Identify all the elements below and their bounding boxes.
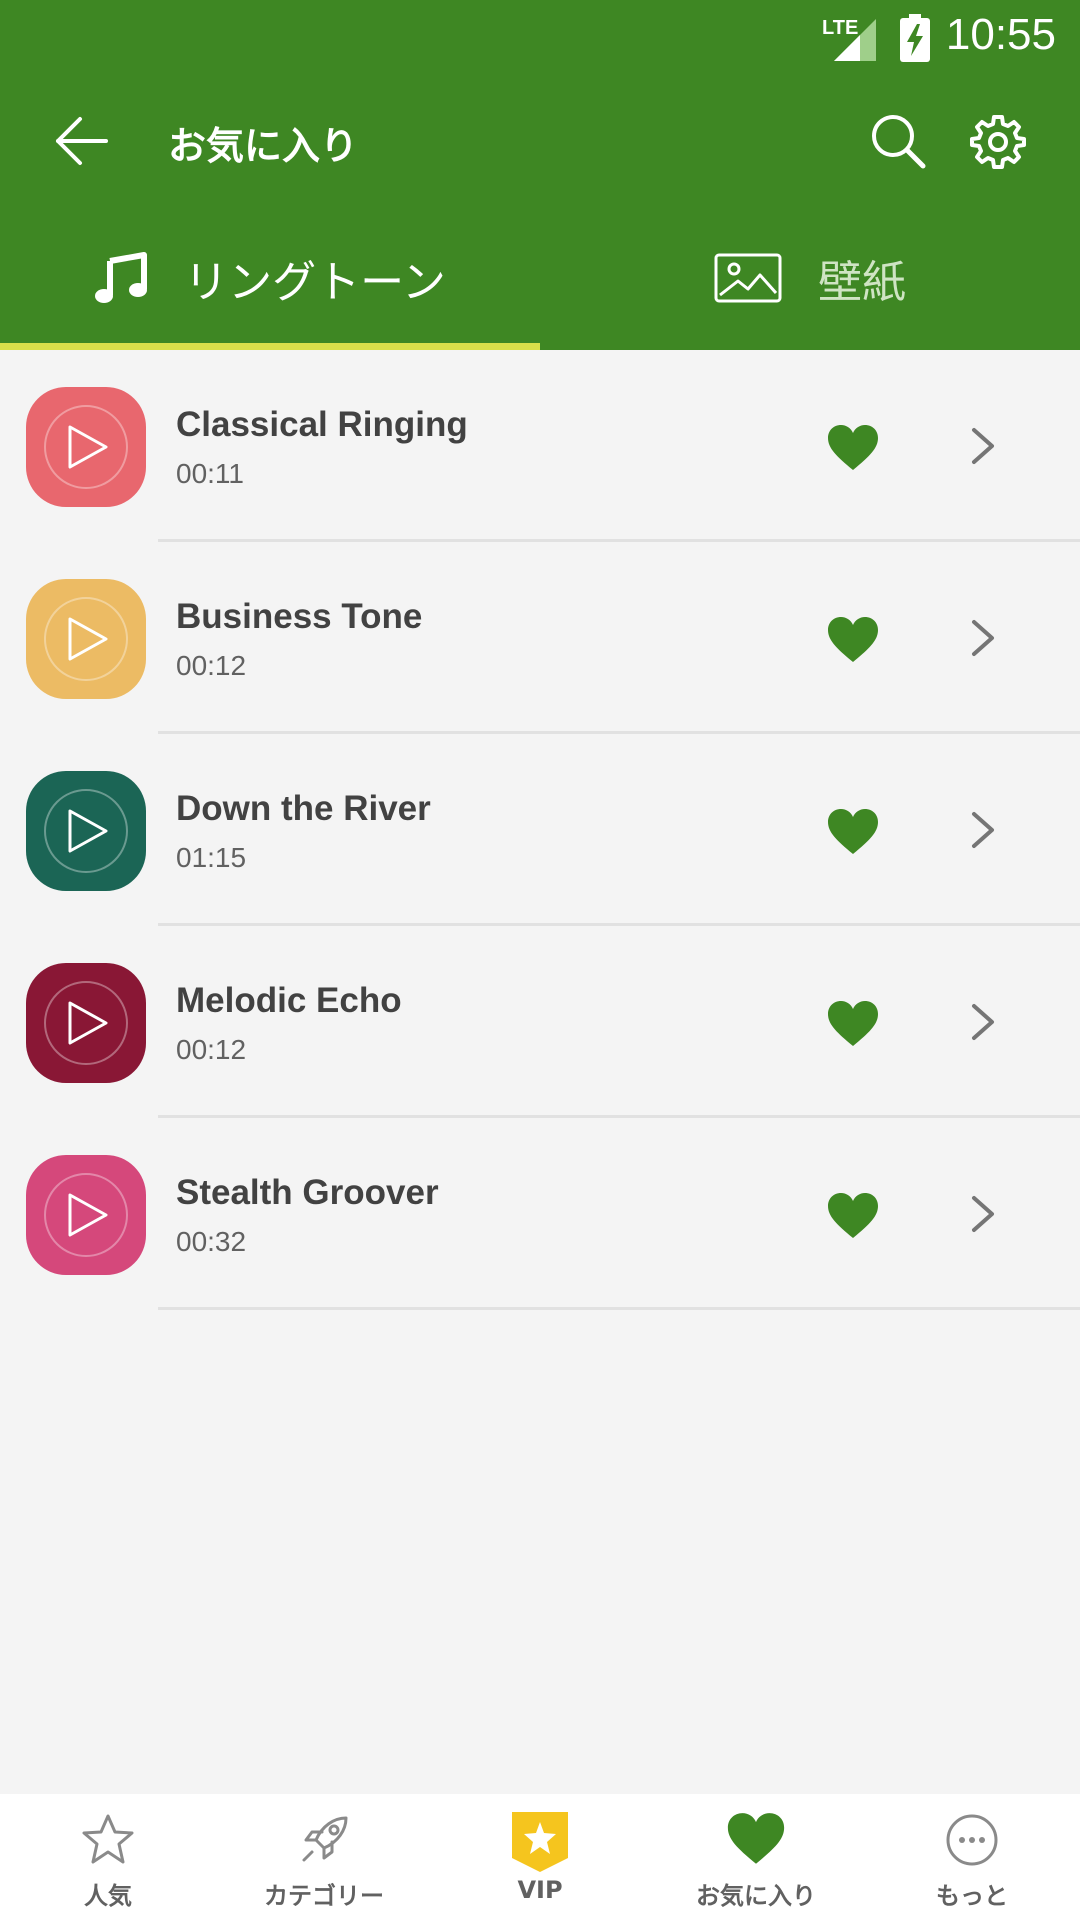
song-title: Down the River (176, 789, 431, 828)
image-icon (714, 253, 782, 302)
chevron-right-icon (972, 428, 994, 464)
detail-button[interactable] (968, 810, 998, 850)
play-icon (68, 425, 108, 469)
vip-badge-icon (512, 1812, 568, 1872)
nav-favorites-label: お気に入り (696, 1882, 816, 1910)
list-item[interactable]: Classical Ringing 00:11 (0, 350, 1080, 542)
gear-icon (970, 115, 1026, 169)
heart-icon (828, 809, 878, 854)
favorite-button[interactable] (826, 616, 880, 664)
play-button[interactable] (26, 1155, 146, 1275)
nav-more-label: もっと (936, 1882, 1008, 1910)
detail-button[interactable] (968, 426, 998, 466)
page-title: お気に入り (168, 124, 359, 168)
music-note-icon (95, 251, 148, 303)
chevron-right-icon (972, 1004, 994, 1040)
nav-category-label: カテゴリー (264, 1882, 384, 1910)
tab-indicator (0, 343, 540, 350)
heart-icon (727, 1813, 785, 1864)
detail-button[interactable] (968, 1194, 998, 1234)
play-icon (68, 617, 108, 661)
back-button[interactable] (52, 111, 112, 171)
app-header: LTE 10:55 お気に入り リングトーン 壁紙 (0, 0, 1080, 350)
nav-popular-label: 人気 (84, 1882, 132, 1910)
song-duration: 00:11 (176, 458, 244, 489)
heart-icon (828, 617, 878, 662)
play-icon (68, 1193, 108, 1237)
lte-signal-icon: LTE (822, 17, 878, 63)
favorite-button[interactable] (826, 1000, 880, 1048)
song-duration: 00:32 (176, 1226, 247, 1257)
nav-category[interactable]: カテゴリー (216, 1794, 432, 1920)
arrow-left-icon (56, 117, 108, 165)
play-button[interactable] (26, 387, 146, 507)
search-icon (872, 115, 926, 169)
status-icons: LTE (822, 14, 930, 66)
list-item[interactable]: Melodic Echo 00:12 (0, 926, 1080, 1118)
play-icon (68, 809, 108, 853)
favorite-button[interactable] (826, 808, 880, 856)
nav-vip-label: VIP (517, 1876, 563, 1904)
play-button[interactable] (26, 579, 146, 699)
heart-icon (828, 1193, 878, 1238)
toolbar: お気に入り (0, 75, 1080, 205)
nav-popular[interactable]: 人気 (0, 1794, 216, 1920)
favorites-list: Classical Ringing 00:11 Business Tone 00… (0, 350, 1080, 1310)
favorite-button[interactable] (826, 424, 880, 472)
song-duration: 01:15 (176, 842, 247, 873)
chevron-right-icon (972, 812, 994, 848)
play-icon (68, 1001, 108, 1045)
song-title: Melodic Echo (176, 981, 402, 1020)
tab-wallpapers[interactable]: 壁紙 (540, 205, 1080, 350)
tab-wallpapers-label: 壁紙 (818, 256, 906, 308)
detail-button[interactable] (968, 1002, 998, 1042)
search-button[interactable] (868, 111, 928, 171)
song-duration: 00:12 (176, 650, 247, 681)
song-duration: 00:12 (176, 1034, 247, 1065)
bottom-navigation: 人気 カテゴリー VIP お気に入り もっと (0, 1794, 1080, 1920)
song-title: Business Tone (176, 597, 423, 636)
detail-button[interactable] (968, 618, 998, 658)
settings-button[interactable] (968, 111, 1028, 171)
play-button[interactable] (26, 771, 146, 891)
star-icon (82, 1814, 134, 1864)
tab-bar: リングトーン 壁紙 (0, 205, 1080, 350)
play-button[interactable] (26, 963, 146, 1083)
list-item[interactable]: Down the River 01:15 (0, 734, 1080, 926)
battery-charging-icon (900, 14, 930, 66)
status-bar: LTE 10:55 (0, 0, 1080, 75)
nav-more[interactable]: もっと (864, 1794, 1080, 1920)
nav-favorites[interactable]: お気に入り (648, 1794, 864, 1920)
heart-icon (828, 1001, 878, 1046)
favorite-button[interactable] (826, 1192, 880, 1240)
nav-vip[interactable]: VIP (432, 1794, 648, 1920)
more-icon (946, 1814, 998, 1866)
chevron-right-icon (972, 1196, 994, 1232)
list-item[interactable]: Stealth Groover 00:32 (0, 1118, 1080, 1310)
tab-ringtones-label: リングトーン (184, 256, 446, 308)
song-title: Stealth Groover (176, 1173, 439, 1212)
song-title: Classical Ringing (176, 405, 468, 444)
divider (158, 1307, 1080, 1310)
rocket-icon (302, 1816, 348, 1862)
list-item[interactable]: Business Tone 00:12 (0, 542, 1080, 734)
chevron-right-icon (972, 620, 994, 656)
heart-icon (828, 425, 878, 470)
tab-ringtones[interactable]: リングトーン (0, 205, 540, 350)
status-time: 10:55 (945, 10, 1056, 59)
